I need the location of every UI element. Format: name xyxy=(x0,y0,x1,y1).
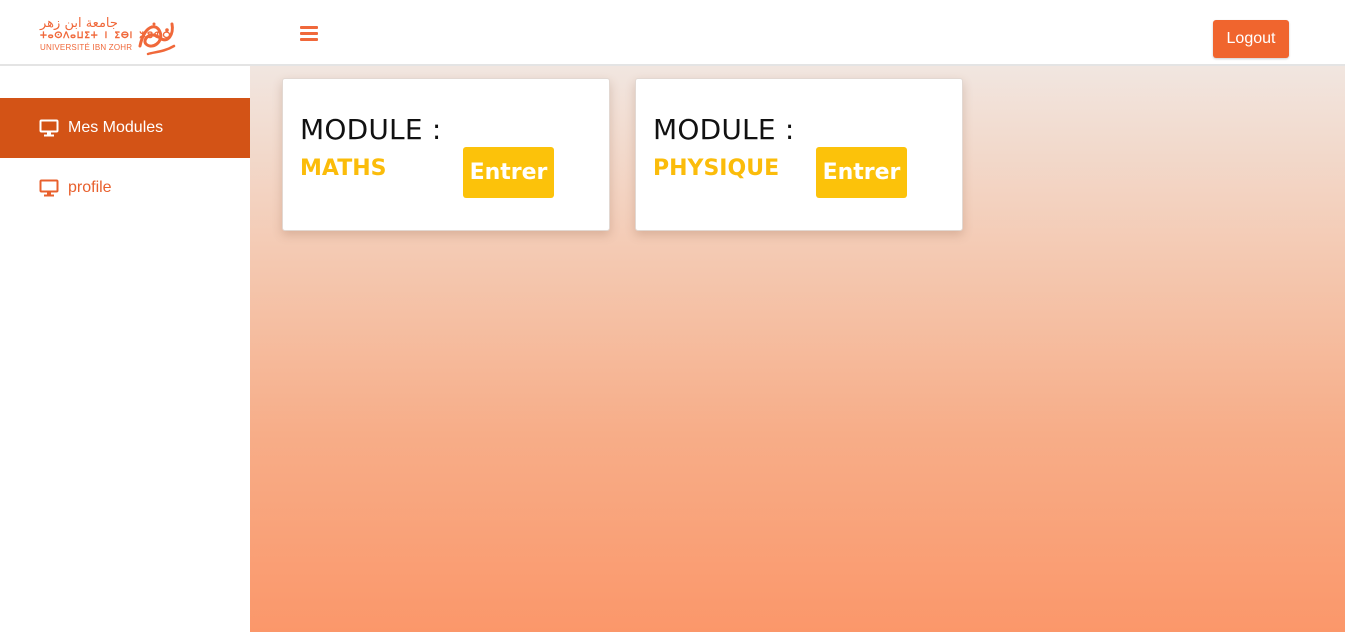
monitor-icon xyxy=(39,179,59,197)
sidebar-item-profile[interactable]: profile xyxy=(0,158,250,218)
monitor-icon xyxy=(39,119,59,137)
sidebar-item-label: profile xyxy=(68,179,112,196)
logo-calligraphy-icon xyxy=(138,22,176,56)
logout-button[interactable]: Logout xyxy=(1213,20,1289,58)
module-card: MODULE : PHYSIQUE Entrer xyxy=(635,78,963,231)
hamburger-icon[interactable] xyxy=(300,26,318,42)
sidebar-item-label: Mes Modules xyxy=(68,119,164,136)
module-name: PHYSIQUE xyxy=(653,156,780,181)
sidebar: Mes Modules profile xyxy=(0,66,250,632)
enter-module-button[interactable]: Entrer xyxy=(463,147,554,198)
module-card: MODULE : MATHS Entrer xyxy=(282,78,610,231)
top-navbar: جامعة ابن زهر ⵜⴰⵙⴷⴰⵡⵉⵜ ⵏ ⵉⴱⵏ ⵣⵓⵀⵔ UNIVER… xyxy=(0,0,1345,66)
logo-french-text: UNIVERSITÉ IBN ZOHR xyxy=(40,43,133,52)
module-name: MATHS xyxy=(300,156,387,181)
module-label: MODULE : xyxy=(653,113,795,146)
sidebar-item-mes-modules[interactable]: Mes Modules xyxy=(0,98,250,158)
module-label: MODULE : xyxy=(300,113,442,146)
logo-arabic-text: جامعة ابن زهر xyxy=(40,16,118,31)
university-logo[interactable]: جامعة ابن زهر ⵜⴰⵙⴷⴰⵡⵉⵜ ⵏ ⵉⴱⵏ ⵣⵓⵀⵔ UNIVER… xyxy=(38,16,183,60)
main-content: MODULE : MATHS Entrer MODULE : PHYSIQUE … xyxy=(250,66,1345,632)
enter-module-button[interactable]: Entrer xyxy=(816,147,907,198)
